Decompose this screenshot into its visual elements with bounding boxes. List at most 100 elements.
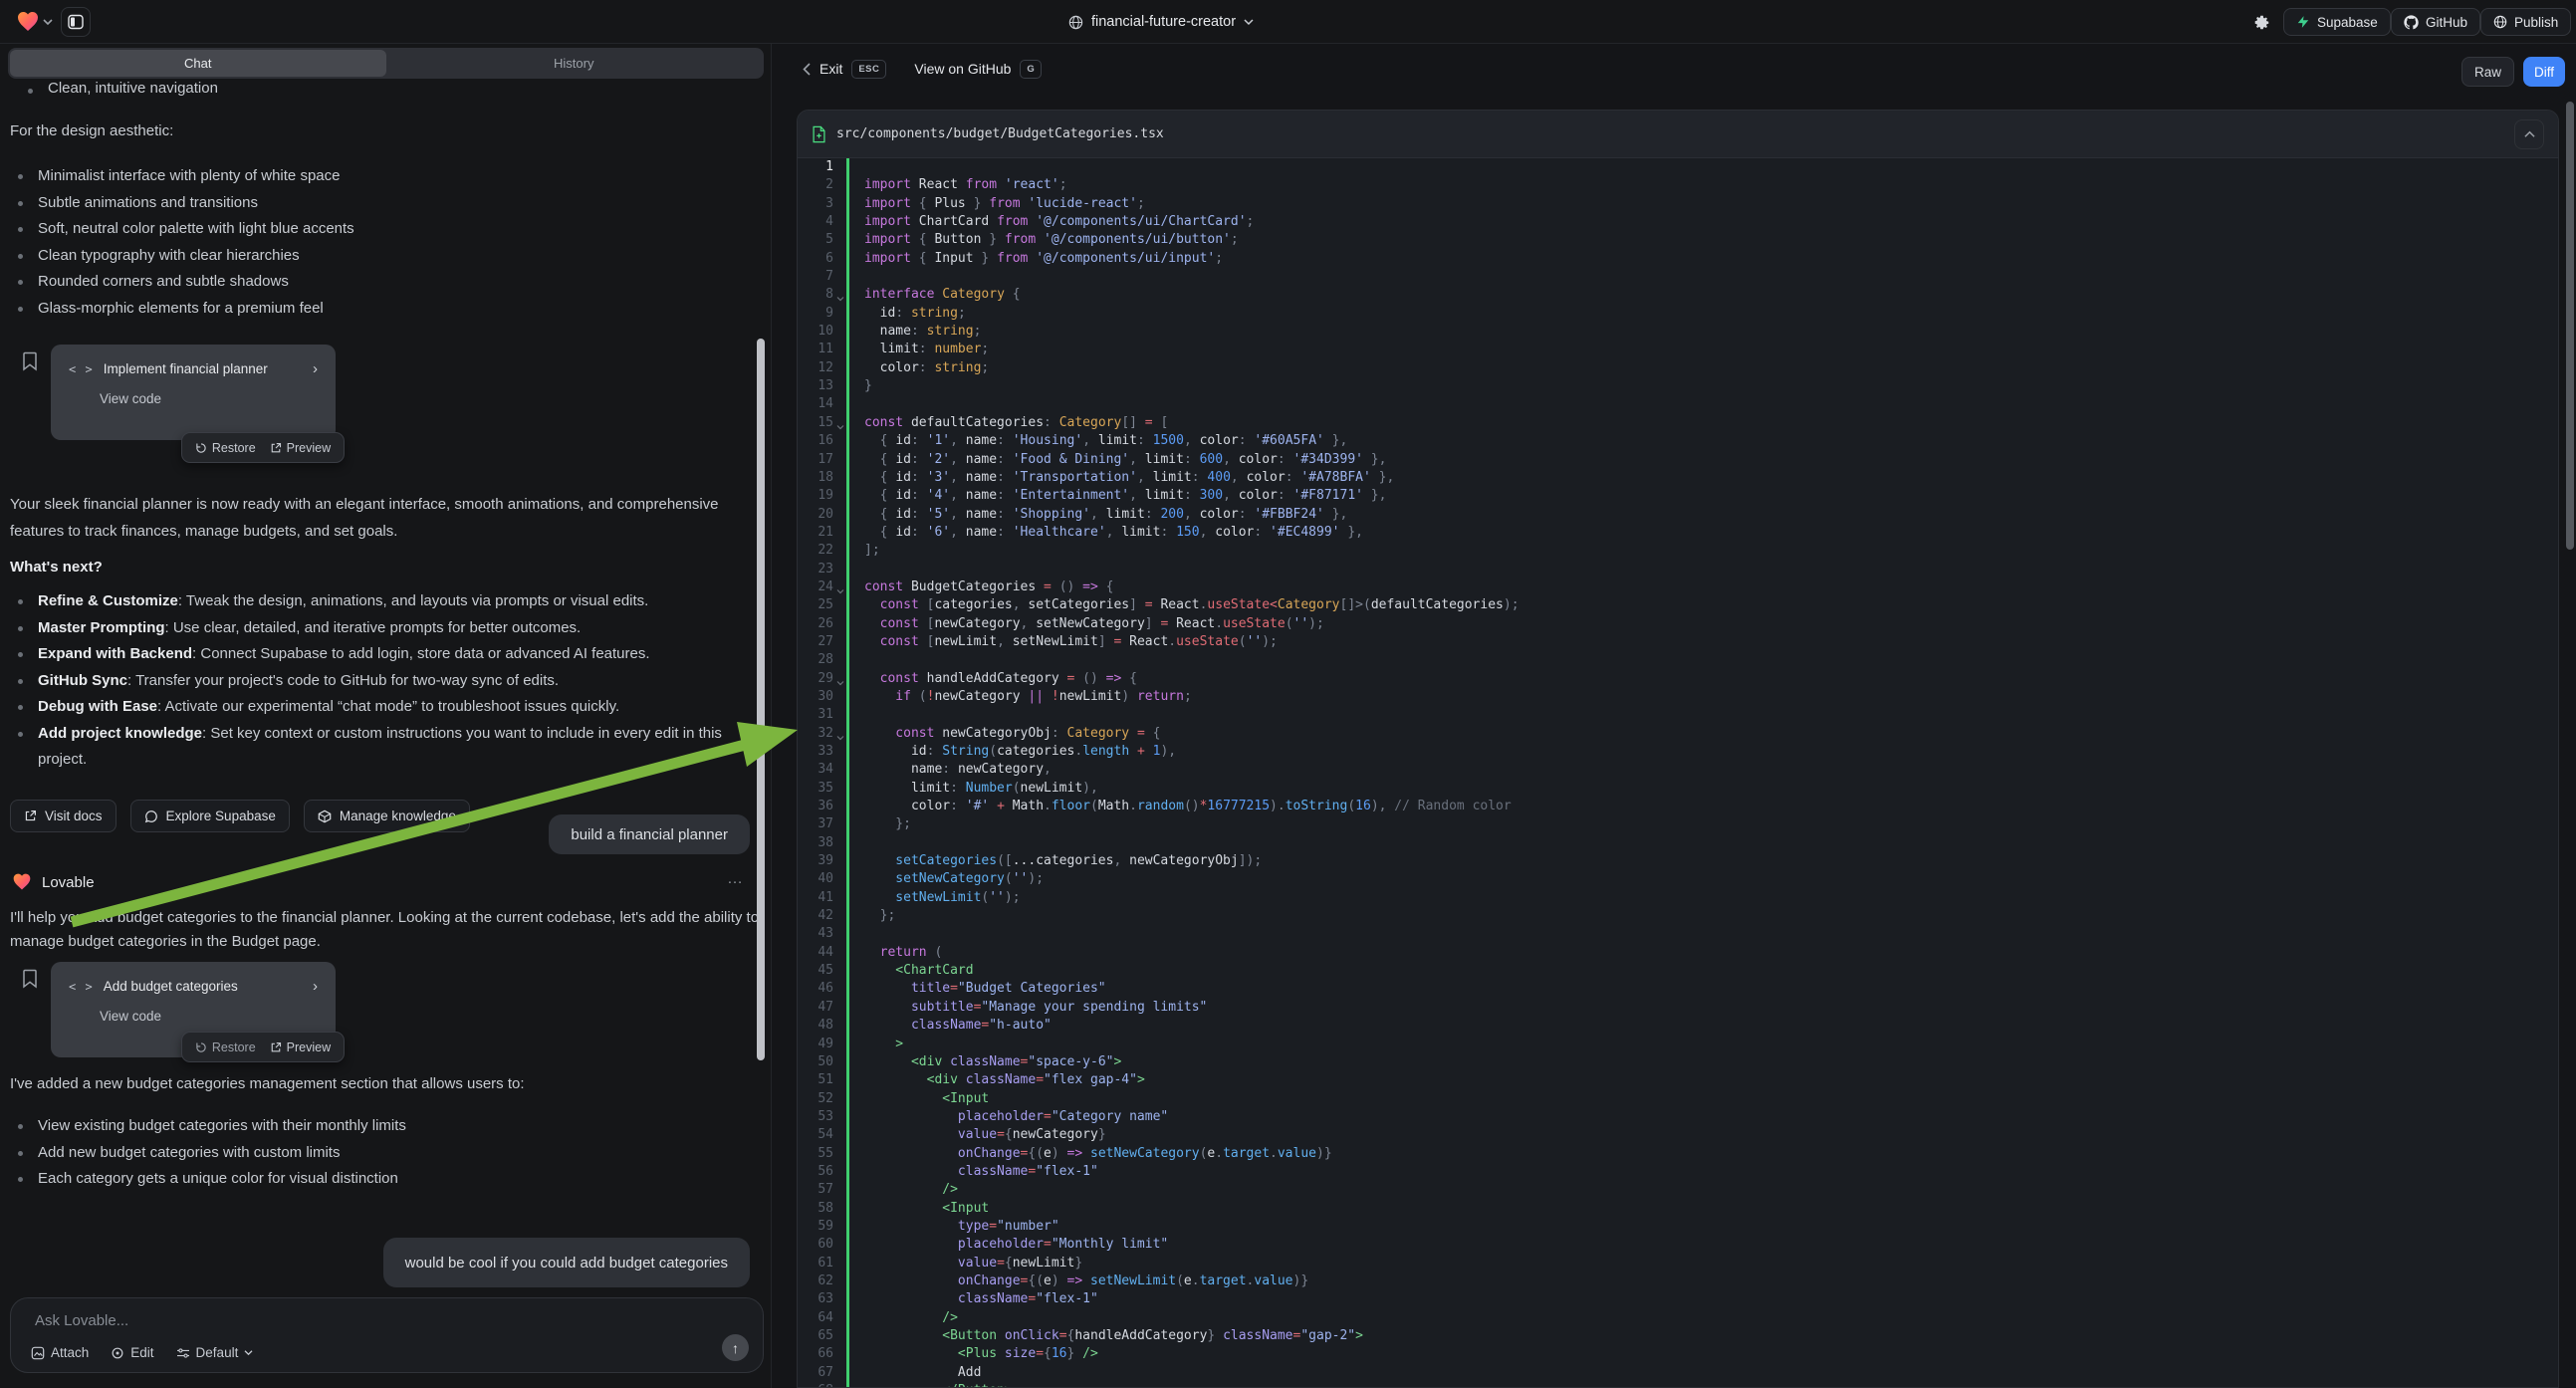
view-code-link[interactable]: View code [100,391,318,406]
code-line-text: title="Budget Categories" [845,980,1106,998]
line-number: 49 [798,1036,845,1053]
code-line-text: className="flex-1" [845,1163,1098,1181]
code-line: 19 { id: '4', name: 'Entertainment', lim… [798,487,2558,505]
code-line: 47 subtitle="Manage your spending limits… [798,999,2558,1017]
mode-select[interactable]: Default [176,1345,254,1360]
code-line-text: Add [845,1364,981,1382]
code-line-text: import { Button } from '@/components/ui/… [845,231,1239,249]
chevron-down-icon [244,1349,253,1356]
code-line-text: return ( [845,944,942,962]
line-number: 8 [798,286,845,304]
view-code-link[interactable]: View code [100,1009,318,1024]
action-card-title: Implement financial planner [104,361,268,376]
line-number: 48 [798,1017,845,1035]
code-line: 25 const [categories, setCategories] = R… [798,596,2558,614]
code-line-text: /> [845,1309,958,1327]
code-line: 63 className="flex-1" [798,1290,2558,1308]
supabase-bolt-icon [2296,15,2310,29]
diff-toggle-button[interactable]: Diff [2523,57,2565,87]
bookmark-icon[interactable] [22,351,38,371]
code-line: 66 <Plus size={16} /> [798,1345,2558,1363]
line-number: 21 [798,524,845,542]
line-number: 67 [798,1364,845,1382]
line-number: 13 [798,377,845,395]
settings-gear-button[interactable] [2247,8,2275,36]
view-on-github-button[interactable]: View on GitHub G [914,60,1042,79]
attach-button[interactable]: Attach [31,1345,89,1360]
tips-list: Refine & Customize: Tweak the design, an… [0,588,755,774]
code-line-text: const [categories, setCategories] = Reac… [845,596,1520,614]
action-card-implement[interactable]: < > Implement financial planner › View c… [51,345,336,440]
collapse-file-button[interactable] [2514,119,2544,149]
preview-button[interactable]: Preview [270,1041,331,1054]
code-brackets-icon: < > [69,980,94,994]
code-line-text: limit: number; [845,341,989,358]
lovable-logo-icon[interactable] [16,10,40,34]
line-number: 55 [798,1145,845,1163]
raw-toggle-button[interactable]: Raw [2461,57,2514,87]
github-button[interactable]: GitHub [2391,8,2480,36]
code-line: 5import { Button } from '@/components/ui… [798,231,2558,249]
code-line-text: /> [845,1181,958,1199]
code-line: 51 <div className="flex gap-4"> [798,1071,2558,1089]
code-line-text: <Input [845,1200,989,1218]
code-line: 27 const [newLimit, setNewLimit] = React… [798,633,2558,651]
code-line: 59 type="number" [798,1218,2558,1236]
explore-supabase-button[interactable]: Explore Supabase [130,800,290,832]
chat-history-tabs: Chat History [8,48,764,79]
code-line: 24const BudgetCategories = () => { [798,578,2558,596]
tab-chat[interactable]: Chat [10,50,386,77]
code-line: 36 color: '#' + Math.floor(Math.random()… [798,798,2558,815]
code-line-text: { id: '6', name: 'Healthcare', limit: 15… [845,524,1363,542]
logo-chevron-down-icon[interactable] [43,18,53,26]
message-menu-button[interactable]: … [727,870,745,888]
bookmark-icon[interactable] [22,969,38,989]
line-number: 42 [798,907,845,925]
project-title-menu[interactable]: financial-future-creator [1068,0,1254,44]
code-line-text: onChange={(e) => setNewCategory(e.target… [845,1145,1332,1163]
preview-button[interactable]: Preview [270,441,331,455]
publish-button[interactable]: Publish [2480,8,2571,36]
line-number: 15 [798,414,845,432]
code-line-text: { id: '3', name: 'Transportation', limit… [845,469,1394,487]
file-added-icon [812,125,826,143]
title-chevron-down-icon [1244,18,1254,26]
code-line: 16 { id: '1', name: 'Housing', limit: 15… [798,432,2558,450]
code-line: 26 const [newCategory, setNewCategory] =… [798,615,2558,633]
line-number: 63 [798,1290,845,1308]
line-number: 61 [798,1255,845,1272]
code-scrollbar[interactable] [2566,102,2574,550]
code-line: 58 <Input [798,1200,2558,1218]
send-button[interactable]: ↑ [722,1334,749,1361]
line-number: 1 [798,158,845,176]
visit-docs-button[interactable]: Visit docs [10,800,117,832]
code-line-text: <Input [845,1090,989,1108]
file-path: src/components/budget/BudgetCategories.t… [836,126,1164,141]
bullet-item: Subtle animations and transitions [0,190,757,217]
manage-knowledge-button[interactable]: Manage knowledge [304,800,470,832]
code-line: 1 [798,158,2558,176]
tab-history[interactable]: History [386,50,763,77]
code-line-text: const [newCategory, setNewCategory] = Re… [845,615,1324,633]
file-header[interactable]: src/components/budget/BudgetCategories.t… [798,111,2558,158]
code-line: 6import { Input } from '@/components/ui/… [798,250,2558,268]
code-line-text: { id: '2', name: 'Food & Dining', limit:… [845,451,1386,469]
composer-input[interactable]: Ask Lovable... [35,1312,128,1329]
chat-scrollbar[interactable] [757,339,765,1060]
exit-button[interactable]: Exit ESC [803,60,886,79]
restore-button[interactable]: Restore [195,1041,256,1054]
edit-button[interactable]: Edit [111,1345,153,1360]
line-number: 51 [798,1071,845,1089]
restore-button[interactable]: Restore [195,441,256,455]
code-line: 62 onChange={(e) => setNewLimit(e.target… [798,1272,2558,1290]
line-number: 59 [798,1218,845,1236]
line-number: 28 [798,651,845,669]
line-number: 20 [798,506,845,524]
github-icon [2404,15,2419,30]
tip-item: GitHub Sync: Transfer your project's cod… [0,668,755,695]
supabase-button[interactable]: Supabase [2283,8,2391,36]
code-line-text: setCategories([...categories, newCategor… [845,852,1262,870]
sidebar-toggle-button[interactable] [61,7,91,37]
line-number: 36 [798,798,845,815]
composer[interactable]: Ask Lovable... Attach Edit Default ↑ [10,1297,764,1373]
